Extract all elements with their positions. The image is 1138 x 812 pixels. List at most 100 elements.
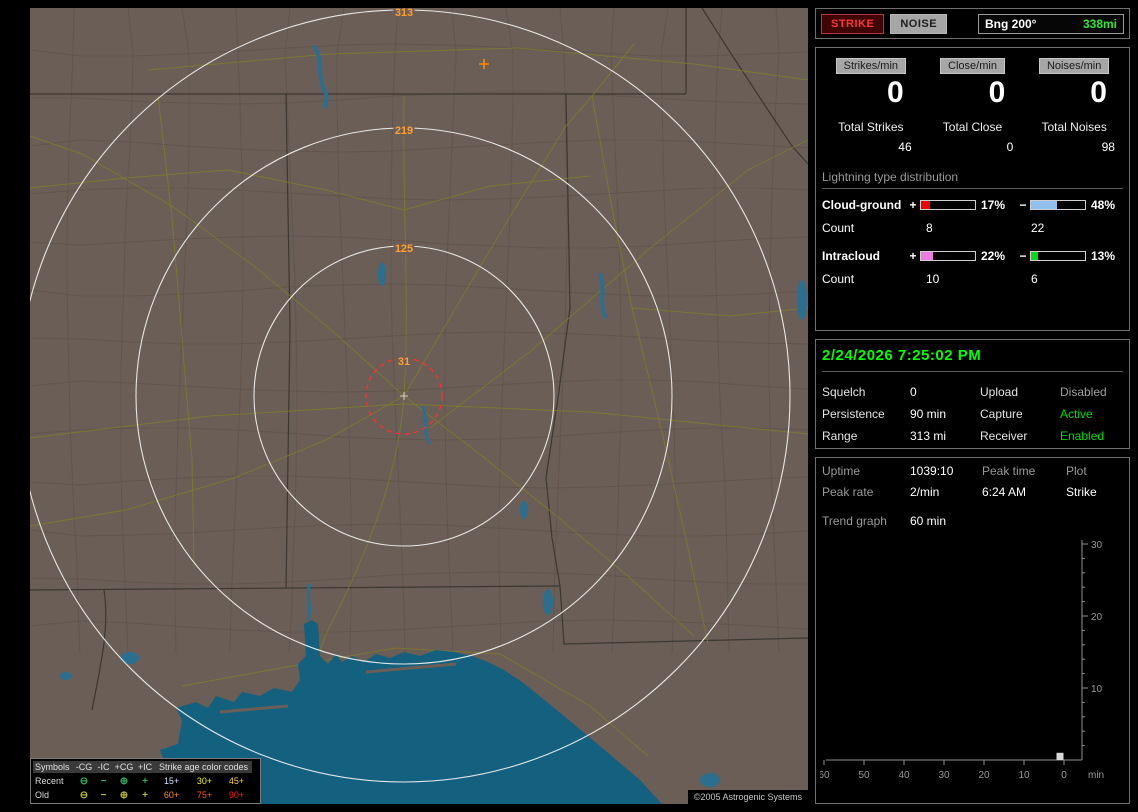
legend-old-label: Old [35,790,50,800]
total-noises-value: 98 [1101,140,1115,154]
bearing-distance: 338mi [1082,16,1117,31]
rates-grid: Strikes/min 0 Total Strikes 46 Close/min… [820,58,1125,154]
status-panel: 2/24/2026 7:25:02 PM Squelch 0 Upload Di… [815,339,1130,449]
bearing-label: Bng 200° [985,16,1037,31]
peak-time-value: 6:24 AM [982,485,1027,499]
pos-cg-old-symbol: ⊕ [119,789,129,801]
cloud-ground-row: Cloud-ground + 17% − 48% [820,198,1125,212]
neg-cg-recent-symbol: ⊖ [79,775,89,787]
uptime-value: 1039:10 [910,464,954,478]
upload-label: Upload [980,385,1019,399]
nexstorm-window: 313 219 125 31 Symbols -CG -IC +CG +IC S… [0,0,1138,812]
intracloud-row: Intracloud + 22% − 13% [820,249,1125,263]
noises-per-min-badge[interactable]: Noises/min [1038,58,1110,74]
legend-col-neg-cg: -CG [74,761,94,773]
ring-label-31: 31 [398,356,410,368]
bearing-readout: Bng 200° 338mi [978,13,1124,34]
svg-text:min: min [1088,770,1104,781]
pos-ic-old-symbol: + [142,789,148,801]
strike-mode-button[interactable]: STRIKE [821,13,885,34]
ic-negative-bar [1030,251,1086,261]
ic-positive-count: 10 [926,272,940,286]
ring-label-219: 219 [395,125,413,137]
strikes-per-min-column: Strikes/min 0 Total Strikes 46 [820,58,922,154]
strikes-per-min-value: 0 [886,76,904,109]
total-noises-label: Total Noises [1041,120,1107,134]
svg-text:30: 30 [938,770,950,781]
copyright-notice: ©2005 Astrogenic Systems [687,790,808,804]
svg-text:30: 30 [1091,540,1103,551]
age-15: 15+ [163,776,180,786]
capture-label: Capture [980,407,1023,421]
peak-time-label: Peak time [982,464,1036,478]
noises-per-min-column: Noises/min 0 Total Noises 98 [1023,58,1125,154]
age-75: 75+ [196,790,213,800]
ic-minus-sign: − [1019,249,1027,263]
pos-ic-recent-symbol: + [142,775,148,787]
cg-negative-bar [1030,200,1086,210]
total-close-label: Total Close [942,120,1003,134]
ring-label-125: 125 [395,243,413,255]
neg-ic-old-symbol: − [100,789,107,801]
svg-text:0: 0 [1061,770,1067,781]
upload-status: Disabled [1060,385,1107,399]
plot-label: Plot [1066,464,1087,478]
rates-panel: Strikes/min 0 Total Strikes 46 Close/min… [815,47,1130,331]
distribution-title: Lightning type distribution [822,170,1123,189]
plot-value: Strike [1066,485,1097,499]
ic-count-label: Count [822,272,855,286]
close-per-min-column: Close/min 0 Total Close 0 [922,58,1024,154]
cg-positive-pct: 17% [981,198,1006,212]
trend-window-value: 60 min [910,514,947,528]
persistence-value: 90 min [910,407,947,421]
sidebar: STRIKE NOISE Bng 200° 338mi Strikes/min … [815,8,1130,804]
age-45: 45+ [228,776,245,786]
total-close-value: 0 [1006,140,1014,154]
datetime-display: 2/24/2026 7:25:02 PM [822,345,1123,372]
intracloud-count-row: Count 10 6 [820,272,1125,286]
persistence-label: Persistence [822,407,885,421]
stats-grid: Uptime 1039:10 Peak time Plot Peak rate … [822,464,1123,499]
map-canvas[interactable]: 313 219 125 31 [30,8,808,804]
close-per-min-badge[interactable]: Close/min [940,58,1005,74]
legend-header-row: Symbols -CG -IC +CG +IC Strike age color… [33,760,258,774]
ic-negative-pct: 13% [1091,249,1116,263]
squelch-value: 0 [910,385,917,399]
lightning-map[interactable]: 313 219 125 31 Symbols -CG -IC +CG +IC S… [30,8,808,804]
cg-minus-sign: − [1019,198,1027,212]
total-strikes-label: Total Strikes [838,120,904,134]
peak-rate-value: 2/min [910,485,940,499]
trend-graph-label: Trend graph [822,514,887,528]
legend-old-row: Old ⊖ − ⊕ + 60+ 75+ 90+ [33,788,258,802]
legend-symbols-header: Symbols [33,761,74,773]
total-strikes-value: 46 [898,140,912,154]
ic-positive-bar [920,251,976,261]
cg-negative-pct: 48% [1091,198,1116,212]
peak-rate-label: Peak rate [822,485,874,499]
pos-cg-recent-symbol: ⊕ [119,775,129,787]
svg-text:40: 40 [898,770,910,781]
receiver-status: Enabled [1060,429,1105,443]
legend-col-neg-ic: -IC [94,761,113,773]
noise-mode-button[interactable]: NOISE [890,13,948,34]
mode-panel: STRIKE NOISE Bng 200° 338mi [815,8,1130,39]
age-30: 30+ [196,776,213,786]
strikes-per-min-badge[interactable]: Strikes/min [835,58,907,74]
noises-per-min-value: 0 [1090,76,1107,109]
stats-panel: Uptime 1039:10 Peak time Plot Peak rate … [815,457,1130,804]
settings-grid: Squelch 0 Upload Disabled Persistence 90… [822,385,1123,443]
receiver-label: Receiver [980,429,1028,443]
svg-text:10: 10 [1018,770,1030,781]
svg-text:50: 50 [858,770,870,781]
age-90: 90+ [228,790,245,800]
svg-text:20: 20 [978,770,990,781]
squelch-label: Squelch [822,385,866,399]
cg-count-label: Count [822,221,855,235]
age-60: 60+ [163,790,180,800]
ic-negative-count: 6 [1031,272,1038,286]
trend-graph: 10 20 30 60 50 40 30 20 10 0 min [820,540,1104,781]
intracloud-label: Intracloud [822,249,881,263]
close-per-min-value: 0 [988,76,1006,109]
capture-status: Active [1060,407,1093,421]
map-legend: Symbols -CG -IC +CG +IC Strike age color… [30,758,261,804]
